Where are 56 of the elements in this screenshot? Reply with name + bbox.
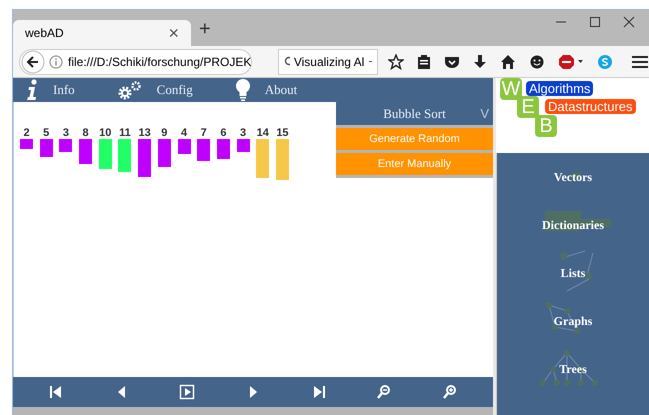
info-icon[interactable] — [25, 79, 39, 101]
clipboard-icon[interactable] — [417, 54, 432, 70]
maximize-icon[interactable] — [589, 16, 601, 28]
back-icon[interactable] — [21, 50, 45, 74]
logo-letter: E — [517, 96, 539, 118]
algorithm-dropdown[interactable]: Bubble Sort V — [336, 102, 493, 125]
lightbulb-icon[interactable] — [234, 79, 251, 101]
bar-value: 9 — [161, 127, 168, 139]
menu-icon[interactable] — [632, 54, 648, 68]
menu-item[interactable]: Info — [53, 80, 75, 100]
toggle-label[interactable]: V — [480, 104, 489, 124]
skype-icon[interactable] — [597, 54, 614, 70]
zoom-out-icon[interactable] — [376, 384, 392, 400]
first-step-icon[interactable] — [48, 384, 64, 400]
bar-value: 3 — [240, 127, 246, 139]
structure-drawing — [561, 250, 594, 292]
category-link[interactable]: Graphs — [554, 312, 592, 330]
info-icon[interactable] — [49, 54, 63, 68]
menu-item[interactable]: About — [264, 80, 298, 100]
bar-value: 4 — [180, 127, 188, 139]
logo-tag: Algorithms — [526, 81, 594, 96]
menu-item[interactable]: Config — [156, 80, 193, 100]
bar-value: 10 — [99, 127, 112, 139]
bar-value: 3 — [62, 127, 69, 139]
bar-value: 14 — [256, 127, 269, 139]
search-field[interactable]: Visualizing Al — [278, 48, 378, 74]
category-link[interactable]: Trees — [559, 360, 587, 378]
tab-title: webAD — [25, 25, 64, 42]
star-icon[interactable] — [388, 54, 404, 70]
adblock-icon[interactable] — [558, 54, 584, 70]
bar-value: 15 — [276, 127, 289, 139]
bar-value: 6 — [220, 127, 226, 139]
close-icon[interactable] — [623, 16, 635, 28]
browser-tab[interactable]: webAD × — [13, 20, 191, 46]
structure-drawing — [571, 173, 581, 179]
logo-letter: B — [535, 115, 557, 137]
bar-value: 2 — [23, 127, 30, 139]
logo-letter: W — [500, 78, 522, 100]
close-tab-button[interactable]: × — [168, 20, 179, 46]
new-tab-button[interactable]: + — [199, 14, 211, 44]
zoom-in-icon[interactable] — [442, 384, 458, 400]
bar-value: 7 — [200, 127, 207, 139]
gears-icon[interactable] — [116, 80, 143, 100]
play-icon[interactable] — [179, 384, 196, 400]
category-link[interactable]: Dictionaries — [542, 216, 604, 234]
bar-value: 5 — [43, 127, 50, 139]
logo-tag: Datastructures — [545, 99, 636, 114]
bar-value: 8 — [82, 127, 89, 139]
download-icon[interactable] — [473, 54, 488, 70]
category-link[interactable]: Vectors — [554, 168, 592, 186]
home-icon[interactable] — [500, 54, 516, 70]
category-link[interactable]: Lists — [560, 264, 586, 282]
structure-drawing — [540, 350, 598, 386]
bar-value: 11 — [119, 127, 131, 139]
bar-value: 13 — [138, 127, 151, 139]
smiley-icon[interactable] — [529, 54, 546, 70]
